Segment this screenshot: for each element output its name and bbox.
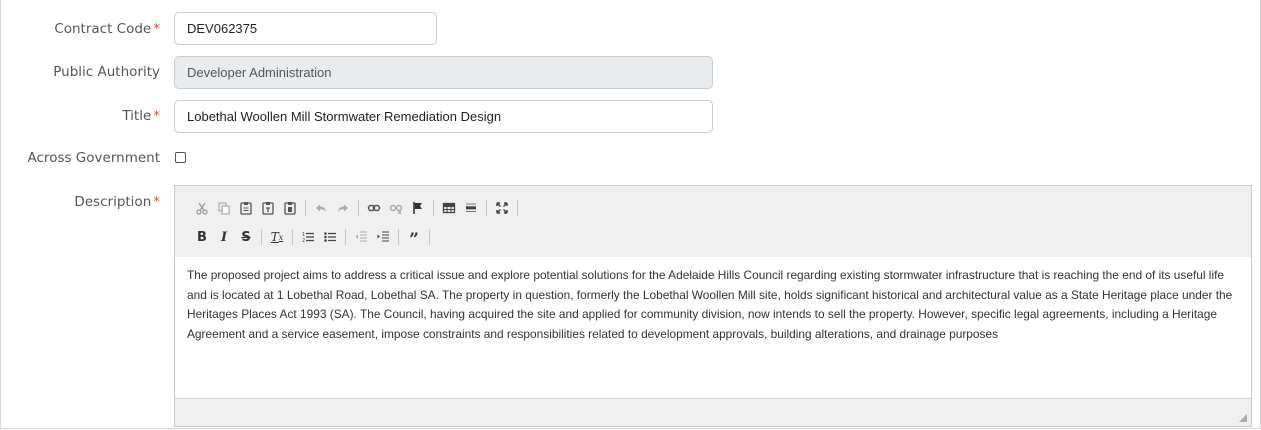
toolbar-separator [486,200,487,216]
toolbar-separator [358,200,359,216]
toolbar-separator [305,200,306,216]
editor-status-bar [175,398,1251,426]
description-text-area[interactable]: The proposed project aims to address a c… [175,257,1251,399]
remove-format-icon[interactable]: Tx [266,226,288,248]
unlink-icon[interactable] [385,197,407,219]
indent-icon[interactable] [372,226,394,248]
editor-toolbar: B I S Tx 12 ” [175,186,1251,258]
bold-icon[interactable]: B [191,226,213,248]
undo-icon[interactable] [310,197,332,219]
across-government-label: Across Government [27,150,160,166]
title-input[interactable]: Lobethal Woollen Mill Stormwater Remedia… [174,100,713,133]
table-icon[interactable] [438,197,460,219]
toolbar-separator [292,229,293,245]
description-label: Description * [74,194,160,210]
strikethrough-icon[interactable]: S [235,226,257,248]
toolbar-separator [345,229,346,245]
bulleted-list-icon[interactable] [319,226,341,248]
toolbar-separator [433,200,434,216]
public-authority-field: Developer Administration [174,56,713,89]
redo-icon[interactable] [332,197,354,219]
outdent-icon[interactable] [350,226,372,248]
toolbar-separator [398,229,399,245]
resize-grip-icon[interactable] [1239,414,1247,422]
toolbar-separator [429,229,430,245]
link-icon[interactable] [363,197,385,219]
public-authority-label: Public Authority [53,64,160,80]
svg-text:2: 2 [302,238,305,244]
toolbar-separator [261,229,262,245]
anchor-icon[interactable] [407,197,429,219]
maximize-icon[interactable] [491,197,513,219]
across-government-checkbox[interactable] [175,152,186,163]
toolbar-separator [517,200,518,216]
paste-word-icon[interactable] [279,197,301,219]
copy-icon[interactable] [213,197,235,219]
contract-code-label: Contract Code * [54,21,160,37]
numbered-list-icon[interactable]: 12 [297,226,319,248]
cut-icon[interactable] [191,197,213,219]
description-editor: B I S Tx 12 ” The proposed project aims … [174,185,1252,427]
paste-text-icon[interactable] [257,197,279,219]
paste-icon[interactable] [235,197,257,219]
title-label: Title * [122,108,160,124]
horizontal-rule-icon[interactable] [460,197,482,219]
contract-code-input[interactable]: DEV062375 [174,12,437,45]
italic-icon[interactable]: I [213,226,235,248]
blockquote-icon[interactable]: ” [403,223,425,251]
